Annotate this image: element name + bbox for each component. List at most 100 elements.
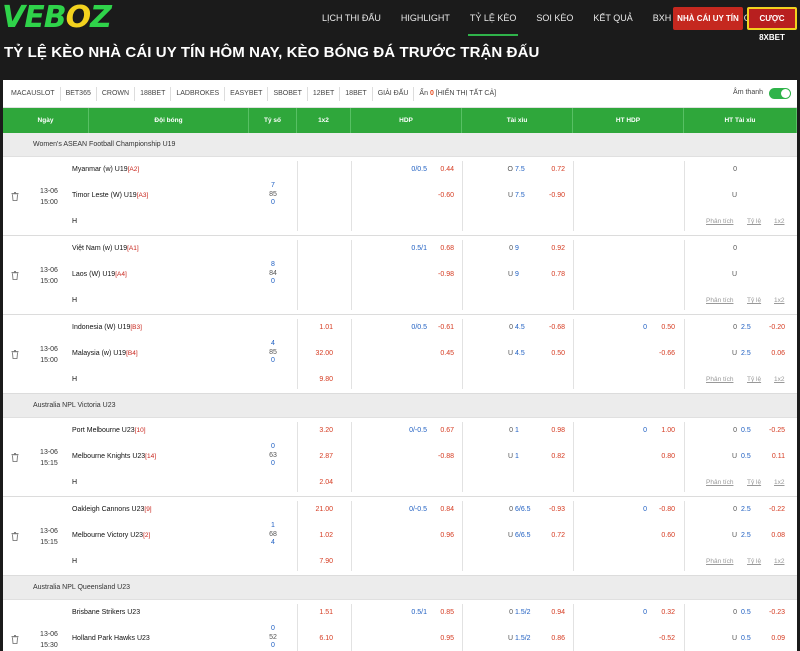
nav-item[interactable]: TỶ LỆ KÈO <box>460 0 527 36</box>
ht-hdp-away-odds[interactable]: 0.80 <box>649 453 675 460</box>
ht-hdp-home-odds[interactable]: 1.00 <box>649 427 675 434</box>
sound-toggle[interactable] <box>769 88 791 99</box>
odds-1x2-home[interactable]: 21.00 <box>303 506 333 513</box>
ht-hdp-away-odds[interactable]: -0.52 <box>649 635 675 642</box>
show-all-link[interactable]: [HIỂN THỊ TẤT CẢ] <box>436 90 496 97</box>
nav-item[interactable]: HIGHLIGHT <box>391 0 460 36</box>
hdp-away-odds[interactable]: -0.88 <box>428 453 454 460</box>
trusted-bookmaker-button[interactable]: NHÀ CÁI UY TÍN <box>673 7 743 30</box>
away-team[interactable]: Holland Park Hawks U23 <box>72 635 150 642</box>
hidden-count[interactable]: Ẩn 0 [HIỂN THỊ TẤT CẢ] <box>414 90 501 97</box>
ht-ou-over-odds[interactable]: -0.22 <box>761 506 785 513</box>
nav-item[interactable]: SOI KÈO <box>526 0 583 36</box>
analysis-link[interactable]: Phân tích <box>706 376 733 383</box>
odds-1x2-away[interactable]: 32.00 <box>303 350 333 357</box>
away-team[interactable]: Melbourne Knights U23[14] <box>72 453 156 460</box>
delete-icon[interactable] <box>11 271 19 282</box>
home-team[interactable]: Indonesia (W) U19[B3] <box>72 324 142 331</box>
bookmaker-tab[interactable]: 188BET <box>135 86 172 101</box>
ht-ou-under-odds[interactable]: 0.09 <box>761 635 785 642</box>
ou-over-odds[interactable]: -0.93 <box>539 506 565 513</box>
home-team[interactable]: Oakleigh Cannons U23[9] <box>72 506 152 513</box>
ht-hdp-home-odds[interactable]: -0.80 <box>649 506 675 513</box>
ht-ou-over-odds[interactable]: -0.25 <box>761 427 785 434</box>
hdp-away-odds[interactable]: 0.96 <box>428 532 454 539</box>
odds-link[interactable]: Tỷ lệ <box>747 297 761 304</box>
x12-link[interactable]: 1x2 <box>774 558 784 565</box>
hdp-away-odds[interactable]: -0.98 <box>428 271 454 278</box>
hdp-home-odds[interactable]: 0.85 <box>428 609 454 616</box>
odds-1x2-away[interactable]: 2.87 <box>303 453 333 460</box>
analysis-link[interactable]: Phân tích <box>706 558 733 565</box>
bookmaker-tab[interactable]: BET365 <box>61 86 97 101</box>
odds-1x2-home[interactable]: 1.01 <box>303 324 333 331</box>
nav-item[interactable]: LỊCH THI ĐẤU <box>312 0 391 36</box>
away-team[interactable]: Melbourne Victory U23[2] <box>72 532 150 539</box>
odds-1x2-draw[interactable]: 2.04 <box>303 479 333 486</box>
hdp-home-odds[interactable]: 0.68 <box>428 245 454 252</box>
bookmaker-tab[interactable]: SBOBET <box>268 86 308 101</box>
ht-ou-over-odds[interactable]: -0.23 <box>761 609 785 616</box>
nav-item[interactable]: KẾT QUẢ <box>583 0 642 36</box>
odds-1x2-home[interactable]: 1.51 <box>303 609 333 616</box>
bookmaker-tab[interactable]: EASYBET <box>225 86 269 101</box>
odds-link[interactable]: Tỷ lệ <box>747 218 761 225</box>
ou-over-odds[interactable]: 0.72 <box>539 166 565 173</box>
odds-1x2-home[interactable]: 3.20 <box>303 427 333 434</box>
delete-icon[interactable] <box>11 635 19 646</box>
x12-link[interactable]: 1x2 <box>774 218 784 225</box>
hdp-away-odds[interactable]: 0.45 <box>428 350 454 357</box>
bookmaker-tab[interactable]: LADBROKES <box>171 86 226 101</box>
hdp-home-odds[interactable]: 0.67 <box>428 427 454 434</box>
ht-ou-under-odds[interactable]: 0.06 <box>761 350 785 357</box>
home-team[interactable]: Việt Nam (w) U19[A1] <box>72 245 139 252</box>
ht-hdp-home-odds[interactable]: 0.32 <box>649 609 675 616</box>
veboz-logo[interactable]: VEBOZ <box>2 1 112 35</box>
bookmaker-tab[interactable]: MACAUSLOT <box>6 86 61 101</box>
ht-hdp-away-odds[interactable]: -0.66 <box>649 350 675 357</box>
delete-icon[interactable] <box>11 192 19 203</box>
ou-under-odds[interactable]: 0.50 <box>539 350 565 357</box>
away-team[interactable]: Timor Leste (W) U19[A3] <box>72 192 148 199</box>
league-header[interactable]: Australia NPL Queensland U23 <box>3 576 797 600</box>
hdp-away-odds[interactable]: 0.95 <box>428 635 454 642</box>
delete-icon[interactable] <box>11 532 19 543</box>
odds-1x2-away[interactable]: 1.02 <box>303 532 333 539</box>
ou-under-odds[interactable]: -0.90 <box>539 192 565 199</box>
analysis-link[interactable]: Phân tích <box>706 218 733 225</box>
ou-under-odds[interactable]: 0.72 <box>539 532 565 539</box>
odds-1x2-away[interactable]: 6.10 <box>303 635 333 642</box>
ou-over-odds[interactable]: 0.92 <box>539 245 565 252</box>
odds-link[interactable]: Tỷ lệ <box>747 479 761 486</box>
odds-1x2-draw[interactable]: 9.80 <box>303 376 333 383</box>
odds-link[interactable]: Tỷ lệ <box>747 376 761 383</box>
ht-ou-under-odds[interactable]: 0.11 <box>761 453 785 460</box>
hdp-home-odds[interactable]: 0.44 <box>428 166 454 173</box>
x12-link[interactable]: 1x2 <box>774 297 784 304</box>
bet-8xbet-button[interactable]: CƯỢC 8XBET <box>747 7 797 42</box>
ou-over-odds[interactable]: 0.98 <box>539 427 565 434</box>
away-team[interactable]: Malaysia (w) U19[B4] <box>72 350 138 357</box>
bookmaker-tab[interactable]: 12BET <box>308 86 341 101</box>
analysis-link[interactable]: Phân tích <box>706 479 733 486</box>
x12-link[interactable]: 1x2 <box>774 479 784 486</box>
ou-under-odds[interactable]: 0.86 <box>539 635 565 642</box>
hdp-home-odds[interactable]: -0.61 <box>428 324 454 331</box>
delete-icon[interactable] <box>11 350 19 361</box>
ht-ou-under-odds[interactable]: 0.08 <box>761 532 785 539</box>
odds-link[interactable]: Tỷ lệ <box>747 558 761 565</box>
ht-hdp-home-odds[interactable]: 0.50 <box>649 324 675 331</box>
hdp-home-odds[interactable]: 0.84 <box>428 506 454 513</box>
home-team[interactable]: Myanmar (w) U19[A2] <box>72 166 139 173</box>
ou-under-odds[interactable]: 0.78 <box>539 271 565 278</box>
delete-icon[interactable] <box>11 453 19 464</box>
bookmaker-tab[interactable]: 18BET <box>340 86 373 101</box>
bookmaker-tab[interactable]: CROWN <box>97 86 136 101</box>
analysis-link[interactable]: Phân tích <box>706 297 733 304</box>
away-team[interactable]: Laos (W) U19[A4] <box>72 271 127 278</box>
ou-under-odds[interactable]: 0.82 <box>539 453 565 460</box>
bookmaker-tab[interactable]: GIẢI ĐẤU <box>373 86 415 101</box>
ou-over-odds[interactable]: 0.94 <box>539 609 565 616</box>
x12-link[interactable]: 1x2 <box>774 376 784 383</box>
league-header[interactable]: Australia NPL Victoria U23 <box>3 394 797 418</box>
